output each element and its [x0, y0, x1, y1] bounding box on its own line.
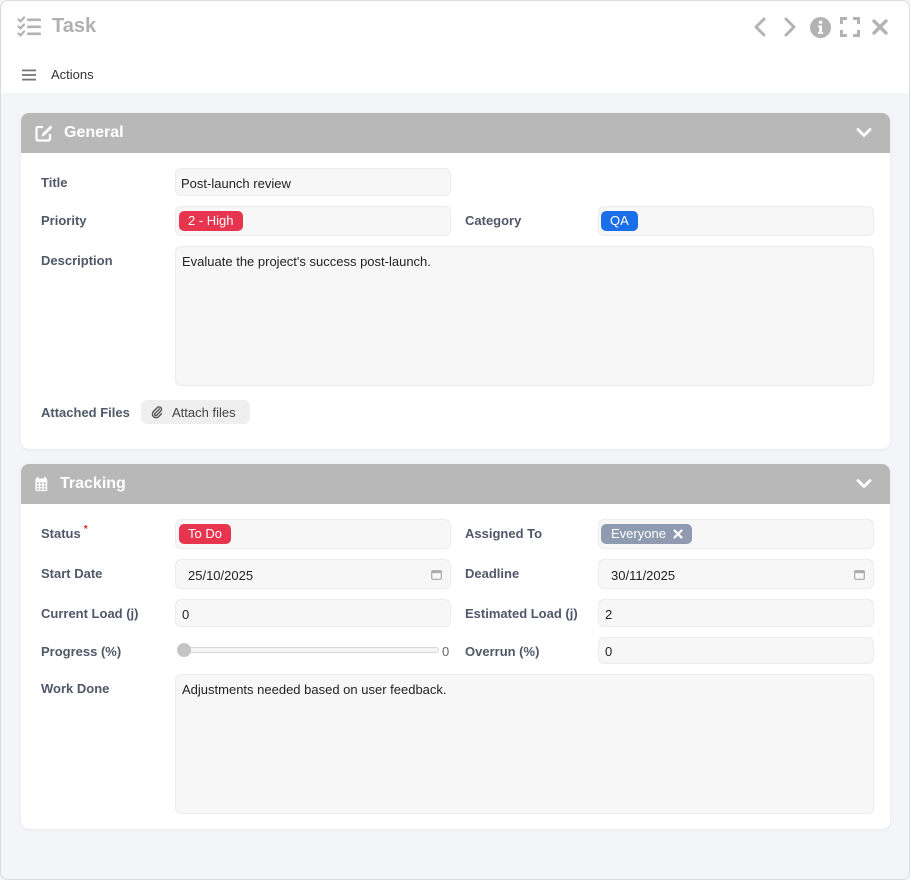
assigned-to-field[interactable]: Everyone	[598, 519, 874, 549]
slider-thumb[interactable]	[177, 643, 191, 657]
title-bar: Task	[1, 1, 909, 53]
progress-value: 0	[442, 644, 450, 659]
calendar-icon	[35, 476, 48, 492]
next-button[interactable]	[779, 16, 801, 38]
calendar-small-icon[interactable]	[431, 569, 442, 580]
tracking-section: Tracking Status * To Do Assigned To Every…	[21, 464, 890, 829]
priority-badge: 2 - High	[179, 211, 243, 231]
status-field[interactable]: To Do	[175, 519, 451, 549]
estimated-load-value: 2	[605, 607, 613, 622]
info-button[interactable]	[809, 16, 831, 38]
general-title: General	[64, 124, 124, 141]
previous-button[interactable]	[749, 16, 771, 38]
window-title: Task	[52, 15, 97, 37]
chevron-left-icon	[754, 17, 766, 37]
deadline-field[interactable]: 30/11/2025	[598, 559, 874, 589]
close-icon	[872, 19, 888, 35]
progress-slider[interactable]	[177, 643, 439, 657]
title-value: Post-launch review	[181, 176, 291, 191]
assigned-to-label: Assigned To	[465, 526, 543, 541]
hamburger-icon[interactable]	[22, 69, 36, 81]
estimated-load-field[interactable]: 2	[598, 599, 874, 627]
start-date-value: 25/10/2025	[188, 568, 254, 583]
start-date-field[interactable]: 25/10/2025	[175, 559, 451, 589]
required-marker: *	[83, 524, 88, 535]
overrun-field: 0	[598, 637, 874, 664]
calendar-small-icon[interactable]	[854, 569, 865, 580]
status-badge: To Do	[179, 524, 231, 544]
paperclip-icon	[151, 406, 163, 419]
general-section: General Title Post-launch review Priorit…	[21, 113, 890, 449]
general-header[interactable]: General	[21, 113, 890, 153]
status-label-text: Status	[41, 526, 81, 541]
close-button[interactable]	[869, 16, 891, 38]
description-label: Description	[41, 253, 113, 268]
expand-icon	[840, 17, 860, 37]
assignee-name: Everyone	[611, 526, 666, 541]
start-date-label: Start Date	[41, 566, 103, 581]
actions-menu[interactable]: Actions	[51, 67, 94, 82]
category-field[interactable]: QA	[598, 206, 874, 236]
status-label: Status *	[41, 524, 88, 541]
chevron-down-icon[interactable]	[856, 477, 872, 491]
attach-files-label: Attach files	[172, 405, 236, 420]
priority-label: Priority	[41, 213, 87, 228]
progress-label: Progress (%)	[41, 644, 122, 659]
deadline-value: 30/11/2025	[611, 568, 676, 583]
estimated-load-label: Estimated Load (j)	[465, 606, 578, 621]
maximize-button[interactable]	[839, 16, 861, 38]
chevron-down-icon[interactable]	[856, 126, 872, 140]
deadline-label: Deadline	[465, 566, 520, 581]
tracking-header[interactable]: Tracking	[21, 464, 890, 504]
current-load-label: Current Load (j)	[41, 606, 139, 621]
remove-icon[interactable]	[673, 529, 683, 539]
info-icon	[809, 16, 831, 38]
category-badge: QA	[601, 211, 638, 231]
overrun-label: Overrun (%)	[465, 644, 540, 659]
category-label: Category	[465, 213, 522, 228]
work-done-value: Adjustments needed based on user feedbac…	[182, 682, 447, 697]
action-bar	[1, 53, 909, 93]
tracking-title: Tracking	[60, 475, 126, 492]
task-window: Task Actions General Title Post-launch r…	[0, 0, 910, 880]
chevron-right-icon	[784, 17, 796, 37]
window-controls	[749, 16, 891, 38]
title-field[interactable]: Post-launch review	[175, 168, 451, 196]
checklist-icon	[17, 16, 41, 37]
title-label: Title	[41, 175, 68, 190]
description-field[interactable]: Evaluate the project's success post-laun…	[175, 246, 874, 386]
description-value: Evaluate the project's success post-laun…	[182, 254, 431, 269]
priority-field[interactable]: 2 - High	[175, 206, 451, 236]
work-done-field[interactable]: Adjustments needed based on user feedbac…	[175, 674, 874, 814]
overrun-value: 0	[605, 644, 613, 659]
attached-files-label: Attached Files	[41, 405, 130, 420]
current-load-field[interactable]: 0	[175, 599, 451, 627]
edit-icon	[35, 125, 53, 142]
current-load-value: 0	[182, 607, 190, 622]
attach-files-button[interactable]: Attach files	[141, 400, 250, 424]
work-done-label: Work Done	[41, 681, 110, 696]
assignee-chip: Everyone	[601, 524, 692, 544]
slider-track	[177, 647, 439, 653]
